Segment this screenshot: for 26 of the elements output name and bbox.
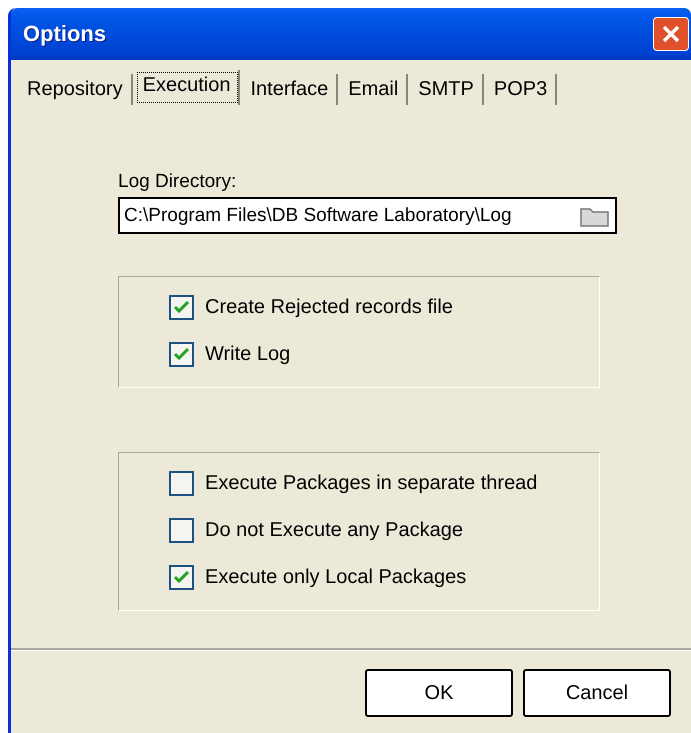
input-field[interactable]: C:\Program Files\DB Software Laboratory\Log — [118, 197, 617, 234]
tab[interactable]: Interface — [242, 74, 338, 105]
check-icon — [174, 301, 189, 314]
tab[interactable]: POP3 — [486, 74, 558, 105]
close-button[interactable] — [653, 17, 689, 51]
checkbox[interactable] — [169, 565, 194, 590]
checkbox[interactable] — [169, 471, 194, 496]
close-icon — [661, 24, 681, 44]
checkbox-label: Execute only Local Packages — [205, 566, 466, 589]
field-label: Log Directory: — [118, 171, 238, 193]
tab[interactable]: SMTP — [410, 74, 484, 105]
check-icon — [174, 348, 189, 361]
checkbox-label: Do not Execute any Package — [205, 519, 463, 542]
checkbox[interactable] — [169, 518, 194, 543]
check-icon — [174, 571, 189, 584]
checkbox[interactable] — [169, 295, 194, 320]
dialog-button[interactable]: OK — [365, 669, 513, 717]
tab[interactable]: Repository — [19, 74, 133, 105]
checkbox-label: Create Rejected records file — [205, 296, 453, 319]
checkbox-label: Write Log — [205, 343, 290, 366]
checkbox-label: Execute Packages in separate thread — [205, 472, 538, 495]
tab[interactable]: Execution — [134, 70, 240, 105]
tab[interactable]: Email — [340, 74, 408, 105]
window-title: Options — [23, 21, 106, 47]
dialog-button[interactable]: Cancel — [523, 669, 671, 717]
checkbox[interactable] — [169, 342, 194, 367]
